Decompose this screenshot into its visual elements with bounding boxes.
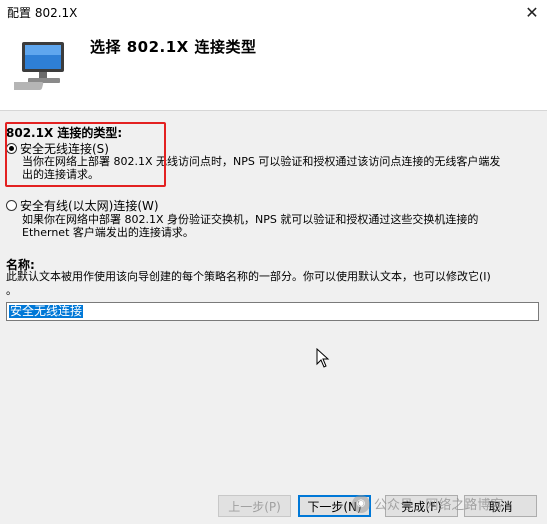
- name-help-line2: 。: [6, 284, 17, 297]
- wired-description-line1: 如果你在网络中部署 802.1X 身份验证交换机，NPS 就可以验证和授权通过这…: [22, 213, 479, 226]
- watermark-logo-icon: ◉: [352, 494, 370, 513]
- window-title: 配置 802.1X: [7, 6, 78, 20]
- name-help-text: 此默认文本被用作使用该向导创建的每个策略名称的一部分。你可以使用默认文本，也可以…: [6, 270, 541, 298]
- page-heading: 选择 802.1X 连接类型: [90, 38, 257, 56]
- back-button[interactable]: 上一步(P): [218, 495, 291, 517]
- wired-radio[interactable]: [6, 200, 17, 211]
- close-icon[interactable]: ✕: [517, 0, 547, 24]
- name-help-line1: 此默认文本被用作使用该向导创建的每个策略名称的一部分。你可以使用默认文本，也可以…: [6, 270, 491, 283]
- policy-name-value: 安全无线连接: [9, 304, 84, 318]
- wired-description: 如果你在网络中部署 802.1X 身份验证交换机，NPS 就可以验证和授权通过这…: [22, 213, 542, 239]
- network-computer-icon: [14, 42, 64, 90]
- mouse-pointer-icon: [316, 348, 330, 368]
- wired-option[interactable]: 安全有线(以太网)连接(W): [6, 197, 159, 214]
- wizard-header: 选择 802.1X 连接类型: [0, 24, 547, 111]
- highlight-box: [5, 122, 166, 187]
- policy-name-input[interactable]: 安全无线连接: [6, 302, 539, 321]
- watermark: ◉ 公众号 · 网络之路博客: [352, 494, 503, 513]
- title-bar: 配置 802.1X ✕: [0, 0, 547, 24]
- watermark-text: 公众号 · 网络之路博客: [374, 498, 504, 513]
- wired-description-line2: Ethernet 客户端发出的连接请求。: [22, 226, 194, 239]
- wired-option-label: 安全有线(以太网)连接(W): [20, 199, 159, 213]
